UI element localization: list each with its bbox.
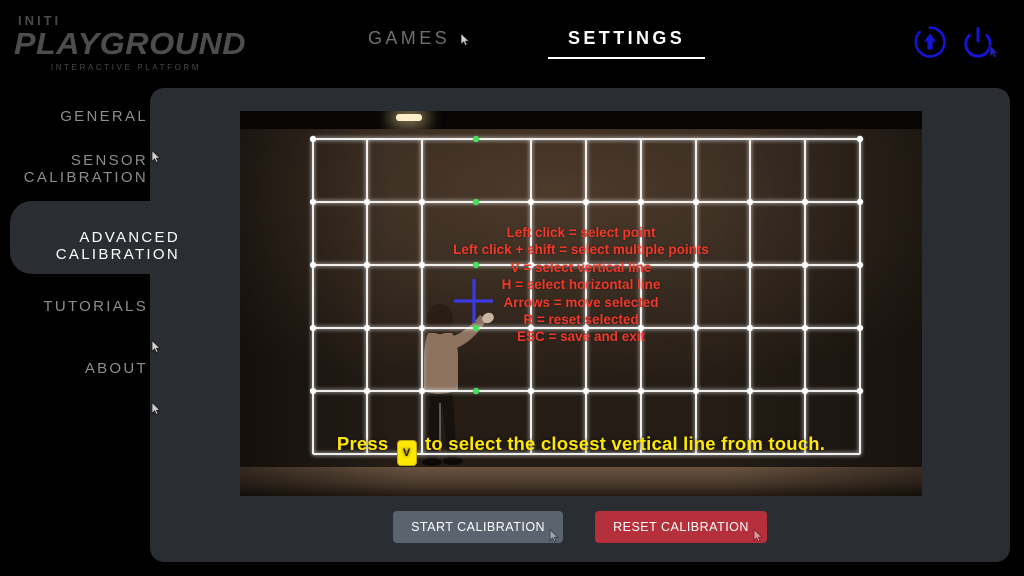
- tab-settings[interactable]: SETTINGS: [548, 28, 706, 59]
- sidebar-item-label: GENERAL: [60, 108, 148, 125]
- calibration-preview[interactable]: Left click = select point Left click + s…: [240, 111, 922, 496]
- content-panel: Left click = select point Left click + s…: [150, 88, 1010, 562]
- start-calibration-button[interactable]: START CALIBRATION: [393, 511, 564, 543]
- app-header: INITI PLAYGROUND INTERACTIVE PLATFORM GA…: [0, 0, 1024, 88]
- sidebar-item-tutorials[interactable]: TUTORIALS: [0, 281, 161, 353]
- update-icon[interactable]: [912, 24, 948, 60]
- mouse-cursor-icon: [151, 385, 162, 415]
- mouse-cursor-icon: [989, 45, 1000, 58]
- start-calibration-label: START CALIBRATION: [411, 520, 546, 534]
- calibration-caption: Press V to select the closest vertical l…: [240, 433, 922, 466]
- caption-after: to select the closest vertical line from…: [425, 433, 826, 454]
- sidebar-item-label: SENSOR CALIBRATION: [23, 152, 148, 186]
- tab-games[interactable]: GAMES: [368, 28, 471, 49]
- caption-before: Press: [336, 433, 389, 454]
- tab-settings-label: SETTINGS: [568, 28, 686, 48]
- action-bar: START CALIBRATION RESET CALIBRATION: [150, 511, 1010, 543]
- touch-marker: [454, 279, 493, 323]
- sidebar: GENERAL SENSOR CALIBRATION ADVANCED CALI…: [0, 88, 194, 576]
- reset-calibration-button[interactable]: RESET CALIBRATION: [595, 511, 767, 543]
- main-nav: GAMES SETTINGS: [0, 28, 1024, 68]
- mouse-cursor-icon: [753, 529, 764, 542]
- tab-games-label: GAMES: [368, 28, 451, 48]
- sidebar-item-label: ADVANCED CALIBRATION: [55, 229, 180, 263]
- sidebar-item-sensor-calibration[interactable]: SENSOR CALIBRATION: [0, 135, 161, 224]
- tab-active-underline: [548, 57, 706, 59]
- mouse-cursor-icon: [151, 323, 162, 353]
- sidebar-item-about[interactable]: ABOUT: [0, 343, 161, 415]
- key-badge-v: V: [396, 440, 417, 466]
- sidebar-item-label: TUTORIALS: [43, 298, 148, 315]
- power-icon[interactable]: [960, 24, 999, 60]
- reset-calibration-label: RESET CALIBRATION: [613, 520, 749, 534]
- sidebar-item-label: ABOUT: [84, 360, 148, 377]
- mouse-cursor-icon: [460, 32, 471, 46]
- mouse-cursor-icon: [549, 529, 560, 542]
- sidebar-item-advanced-calibration[interactable]: ADVANCED CALIBRATION: [10, 201, 194, 274]
